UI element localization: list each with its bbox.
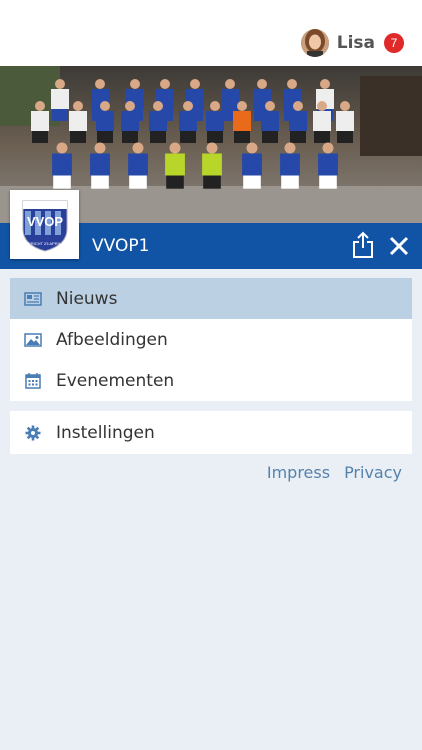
gear-icon — [24, 424, 42, 442]
club-name: VVOP1 — [92, 236, 150, 256]
main-menu: Nieuws Afbeeldingen Evenementen — [10, 278, 412, 401]
menu-item-label: Nieuws — [56, 288, 118, 309]
newspaper-icon — [24, 290, 42, 308]
footer-links: Impress Privacy — [253, 463, 402, 482]
menu-item-nieuws[interactable]: Nieuws — [10, 278, 412, 319]
image-icon — [24, 331, 42, 349]
logo-subtext: OPGERICHT 23 APRIL 1928 — [19, 241, 71, 246]
user-name[interactable]: Lisa — [337, 33, 375, 53]
notification-badge[interactable]: 7 — [384, 33, 404, 53]
club-logo: VVOP OPGERICHT 23 APRIL 1928 — [10, 190, 79, 259]
menu-item-label: Afbeeldingen — [56, 329, 168, 350]
menu-item-afbeeldingen[interactable]: Afbeeldingen — [10, 319, 412, 360]
privacy-link[interactable]: Privacy — [344, 463, 402, 482]
close-button[interactable] — [388, 235, 410, 257]
user-profile[interactable]: Lisa 7 — [300, 28, 404, 58]
calendar-icon — [24, 372, 42, 390]
impress-link[interactable]: Impress — [267, 463, 330, 482]
top-bar: Lisa 7 — [0, 0, 422, 66]
close-icon — [389, 236, 409, 256]
settings-menu: Instellingen — [10, 411, 412, 454]
avatar[interactable] — [300, 29, 329, 57]
menu-item-label: Evenementen — [56, 370, 175, 391]
logo-text: VVOP — [26, 214, 62, 229]
share-button[interactable] — [350, 231, 376, 259]
menu-item-instellingen[interactable]: Instellingen — [10, 411, 412, 454]
share-icon — [353, 231, 373, 258]
menu-item-evenementen[interactable]: Evenementen — [10, 360, 412, 401]
menu-item-label: Instellingen — [56, 422, 155, 443]
